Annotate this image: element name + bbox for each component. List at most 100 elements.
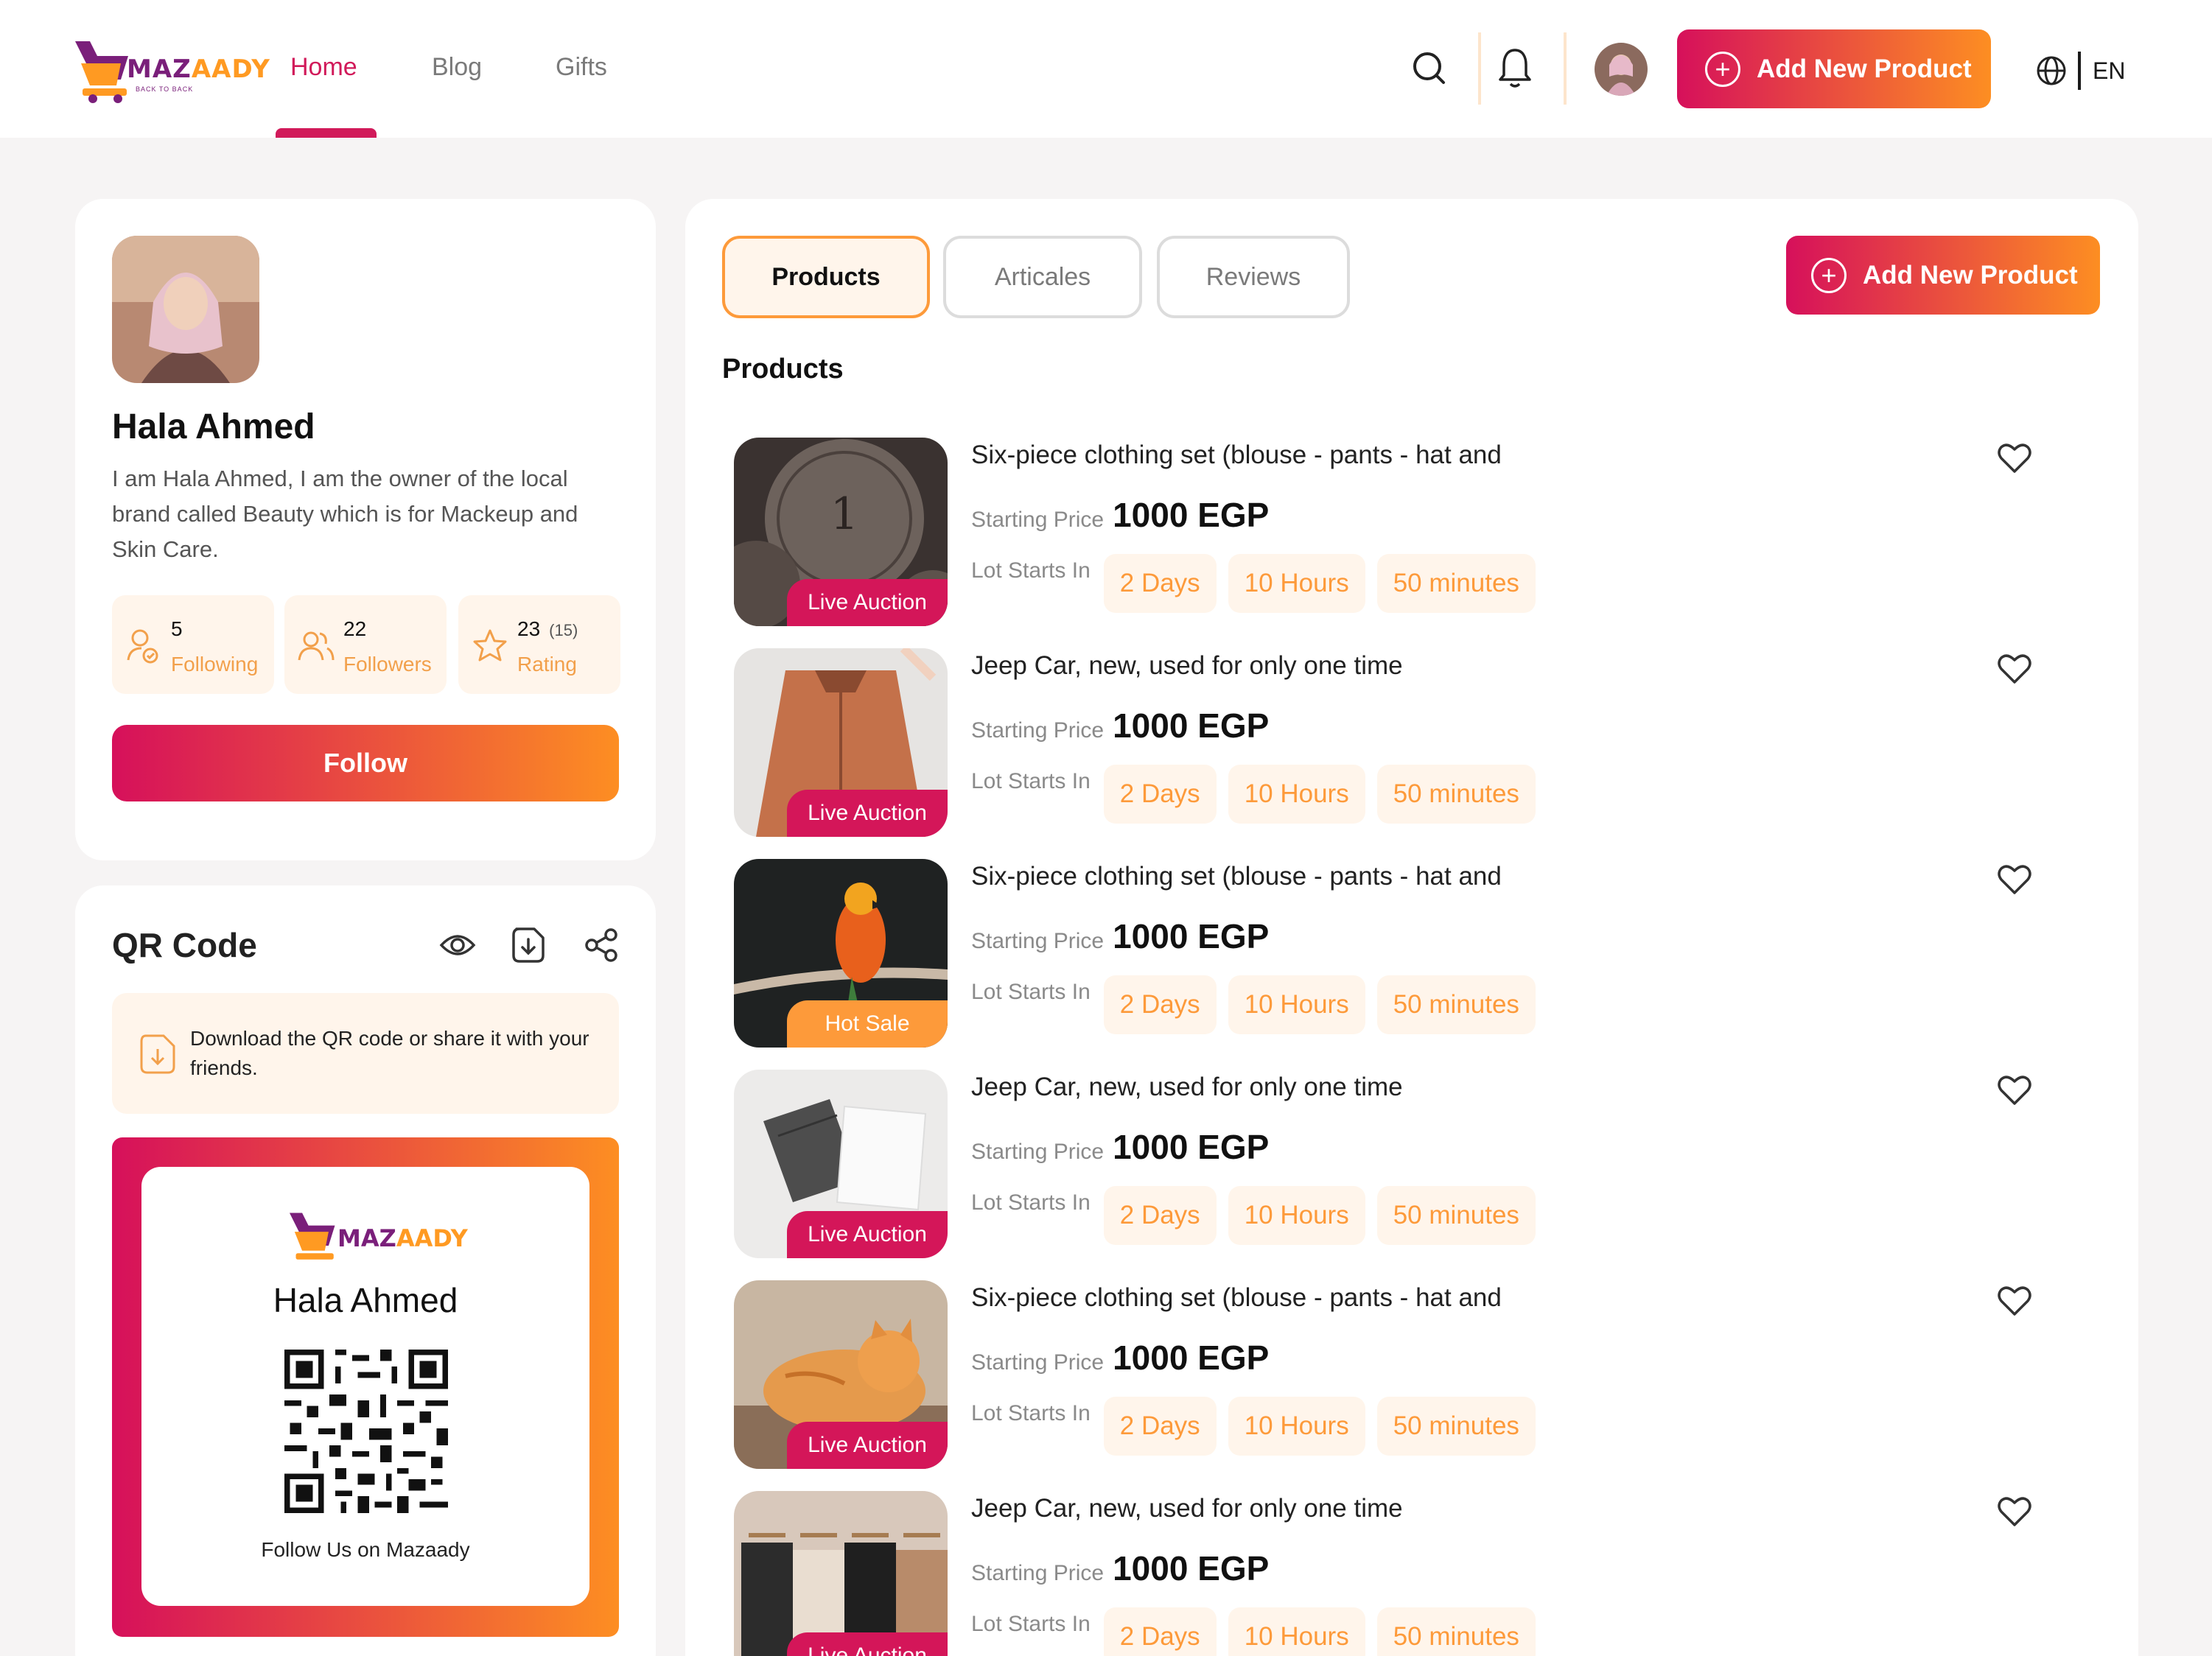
product-card[interactable]: Live Auction Jeep Car, new, used for onl… <box>734 1491 2119 1656</box>
qr-logo-wordmark: MAZAADY <box>337 1224 468 1252</box>
eye-icon[interactable] <box>436 924 479 966</box>
product-title[interactable]: Jeep Car, new, used for only one time <box>971 651 1403 681</box>
countdown-minutes: 50 minutes <box>1376 765 1536 824</box>
price-label: Starting Price <box>971 1350 1105 1375</box>
following-count: 5 <box>171 617 183 640</box>
svg-text:1: 1 <box>830 488 858 540</box>
heart-icon[interactable] <box>1997 1494 2032 1529</box>
countdown-days: 2 Days <box>1103 1607 1217 1656</box>
add-new-product-button[interactable]: + Add New Product <box>1677 29 1991 108</box>
add-new-product-label: Add New Product <box>1757 54 1972 83</box>
countdown-minutes: 50 minutes <box>1376 1186 1536 1245</box>
product-image[interactable]: 1 Live Auction <box>734 438 948 626</box>
nav-active-indicator <box>276 128 377 138</box>
lot-label: Lot Starts In <box>971 980 1091 1004</box>
stat-rating[interactable]: 23 (15) Rating <box>458 595 620 694</box>
qr-share-card-inner: MAZAADY Hala Ahmed Follow Us on Mazaady <box>141 1167 589 1606</box>
price-value: 1000 EGP <box>1113 917 1270 955</box>
heart-icon[interactable] <box>1997 651 2032 687</box>
language-switcher[interactable]: EN <box>2035 50 2125 91</box>
tab-articles[interactable]: Articales <box>943 236 1142 318</box>
product-price: Starting Price 1000 EGP <box>971 495 1269 535</box>
plus-circle-icon: + <box>1705 51 1740 87</box>
product-title[interactable]: Jeep Car, new, used for only one time <box>971 1494 1403 1523</box>
product-image[interactable]: Hot Sale <box>734 859 948 1048</box>
user-check-icon <box>127 629 158 664</box>
price-label: Starting Price <box>971 929 1105 953</box>
heart-icon[interactable] <box>1997 1283 2032 1319</box>
add-new-product-button[interactable]: + Add New Product <box>1786 236 2100 315</box>
lot-countdown: Lot Starts In 2 Days 10 Hours 50 minutes <box>971 1186 1547 1245</box>
tab-reviews[interactable]: Reviews <box>1157 236 1350 318</box>
lot-countdown: Lot Starts In 2 Days 10 Hours 50 minutes <box>971 1607 1547 1656</box>
search-icon[interactable] <box>1407 44 1452 93</box>
tab-products[interactable]: Products <box>722 236 930 318</box>
qr-info-text: Download the QR code or share it with yo… <box>190 1027 589 1079</box>
stat-following[interactable]: 5 Following <box>112 595 274 694</box>
product-image[interactable]: Live Auction <box>734 1070 948 1258</box>
heart-icon[interactable] <box>1997 1073 2032 1108</box>
product-badge: Live Auction <box>787 790 948 837</box>
qr-code-card: QR Code Download the QR code or share it… <box>75 885 656 1656</box>
share-icon[interactable] <box>581 924 623 966</box>
product-title[interactable]: Six-piece clothing set (blouse - pants -… <box>971 862 1502 891</box>
countdown-days: 2 Days <box>1103 765 1217 824</box>
rating-score: 23 <box>517 617 541 640</box>
mazaady-logo[interactable]: MAZAADY BACK TO BACK <box>72 34 270 105</box>
product-card[interactable]: Live Auction Jeep Car, new, used for onl… <box>734 1070 2119 1258</box>
product-image[interactable]: Live Auction <box>734 1491 948 1656</box>
countdown-hours: 10 Hours <box>1228 1607 1365 1656</box>
countdown-minutes: 50 minutes <box>1376 554 1536 613</box>
countdown-days: 2 Days <box>1103 975 1217 1034</box>
product-title[interactable]: Six-piece clothing set (blouse - pants -… <box>971 1283 1502 1313</box>
download-icon[interactable] <box>507 924 550 966</box>
nav-gifts[interactable]: Gifts <box>556 53 607 82</box>
followers-label: Followers <box>343 653 432 676</box>
product-image[interactable]: Live Auction <box>734 648 948 837</box>
product-title[interactable]: Jeep Car, new, used for only one time <box>971 1073 1403 1102</box>
logo-tagline: BACK TO BACK <box>136 85 194 93</box>
heart-icon[interactable] <box>1997 441 2032 476</box>
heart-icon[interactable] <box>1997 862 2032 897</box>
file-download-icon <box>140 1034 175 1074</box>
stat-followers[interactable]: 22 Followers <box>284 595 447 694</box>
lot-countdown: Lot Starts In 2 Days 10 Hours 50 minutes <box>971 975 1547 1034</box>
product-price: Starting Price 1000 EGP <box>971 1338 1269 1378</box>
bell-icon[interactable] <box>1493 44 1537 93</box>
product-card[interactable]: Live Auction Six-piece clothing set (blo… <box>734 1280 2119 1469</box>
qr-card-logo: MAZAADY <box>286 1207 468 1267</box>
price-value: 1000 EGP <box>1113 1549 1270 1587</box>
product-badge: Live Auction <box>787 579 948 626</box>
lot-countdown: Lot Starts In 2 Days 10 Hours 50 minutes <box>971 554 1547 613</box>
logo-wordmark: MAZAADY <box>127 55 270 84</box>
qr-code-title: QR Code <box>112 926 257 964</box>
product-title[interactable]: Six-piece clothing set (blouse - pants -… <box>971 441 1502 470</box>
countdown-days: 2 Days <box>1103 1397 1217 1456</box>
lot-countdown: Lot Starts In 2 Days 10 Hours 50 minutes <box>971 765 1547 824</box>
profile-bio: I am Hala Ahmed, I am the owner of the l… <box>112 466 578 562</box>
countdown-days: 2 Days <box>1103 1186 1217 1245</box>
product-card[interactable]: Live Auction Jeep Car, new, used for onl… <box>734 648 2119 837</box>
language-code: EN <box>2093 57 2126 84</box>
products-section-title: Products <box>722 354 844 385</box>
nav-blog[interactable]: Blog <box>432 53 482 82</box>
nav-home[interactable]: Home <box>290 53 357 82</box>
product-card[interactable]: 1 Live Auction Six-piece clothing set (b… <box>734 438 2119 626</box>
users-icon <box>298 631 335 661</box>
user-avatar[interactable] <box>1595 43 1648 96</box>
countdown-days: 2 Days <box>1103 554 1217 613</box>
countdown-minutes: 50 minutes <box>1376 1607 1536 1656</box>
product-card[interactable]: Hot Sale Six-piece clothing set (blouse … <box>734 859 2119 1048</box>
follow-button[interactable]: Follow <box>112 725 619 801</box>
product-badge: Hot Sale <box>787 1000 948 1048</box>
plus-circle-icon: + <box>1811 257 1847 293</box>
top-header: MAZAADY BACK TO BACK Home Blog Gifts + A… <box>0 0 2212 138</box>
lot-label: Lot Starts In <box>971 558 1091 583</box>
lot-label: Lot Starts In <box>971 1401 1091 1425</box>
qr-card-name: Hala Ahmed <box>273 1281 458 1319</box>
product-image[interactable]: Live Auction <box>734 1280 948 1469</box>
product-badge: Live Auction <box>787 1422 948 1469</box>
countdown-hours: 10 Hours <box>1228 975 1365 1034</box>
product-price: Starting Price 1000 EGP <box>971 1548 1269 1588</box>
countdown-hours: 10 Hours <box>1228 1186 1365 1245</box>
